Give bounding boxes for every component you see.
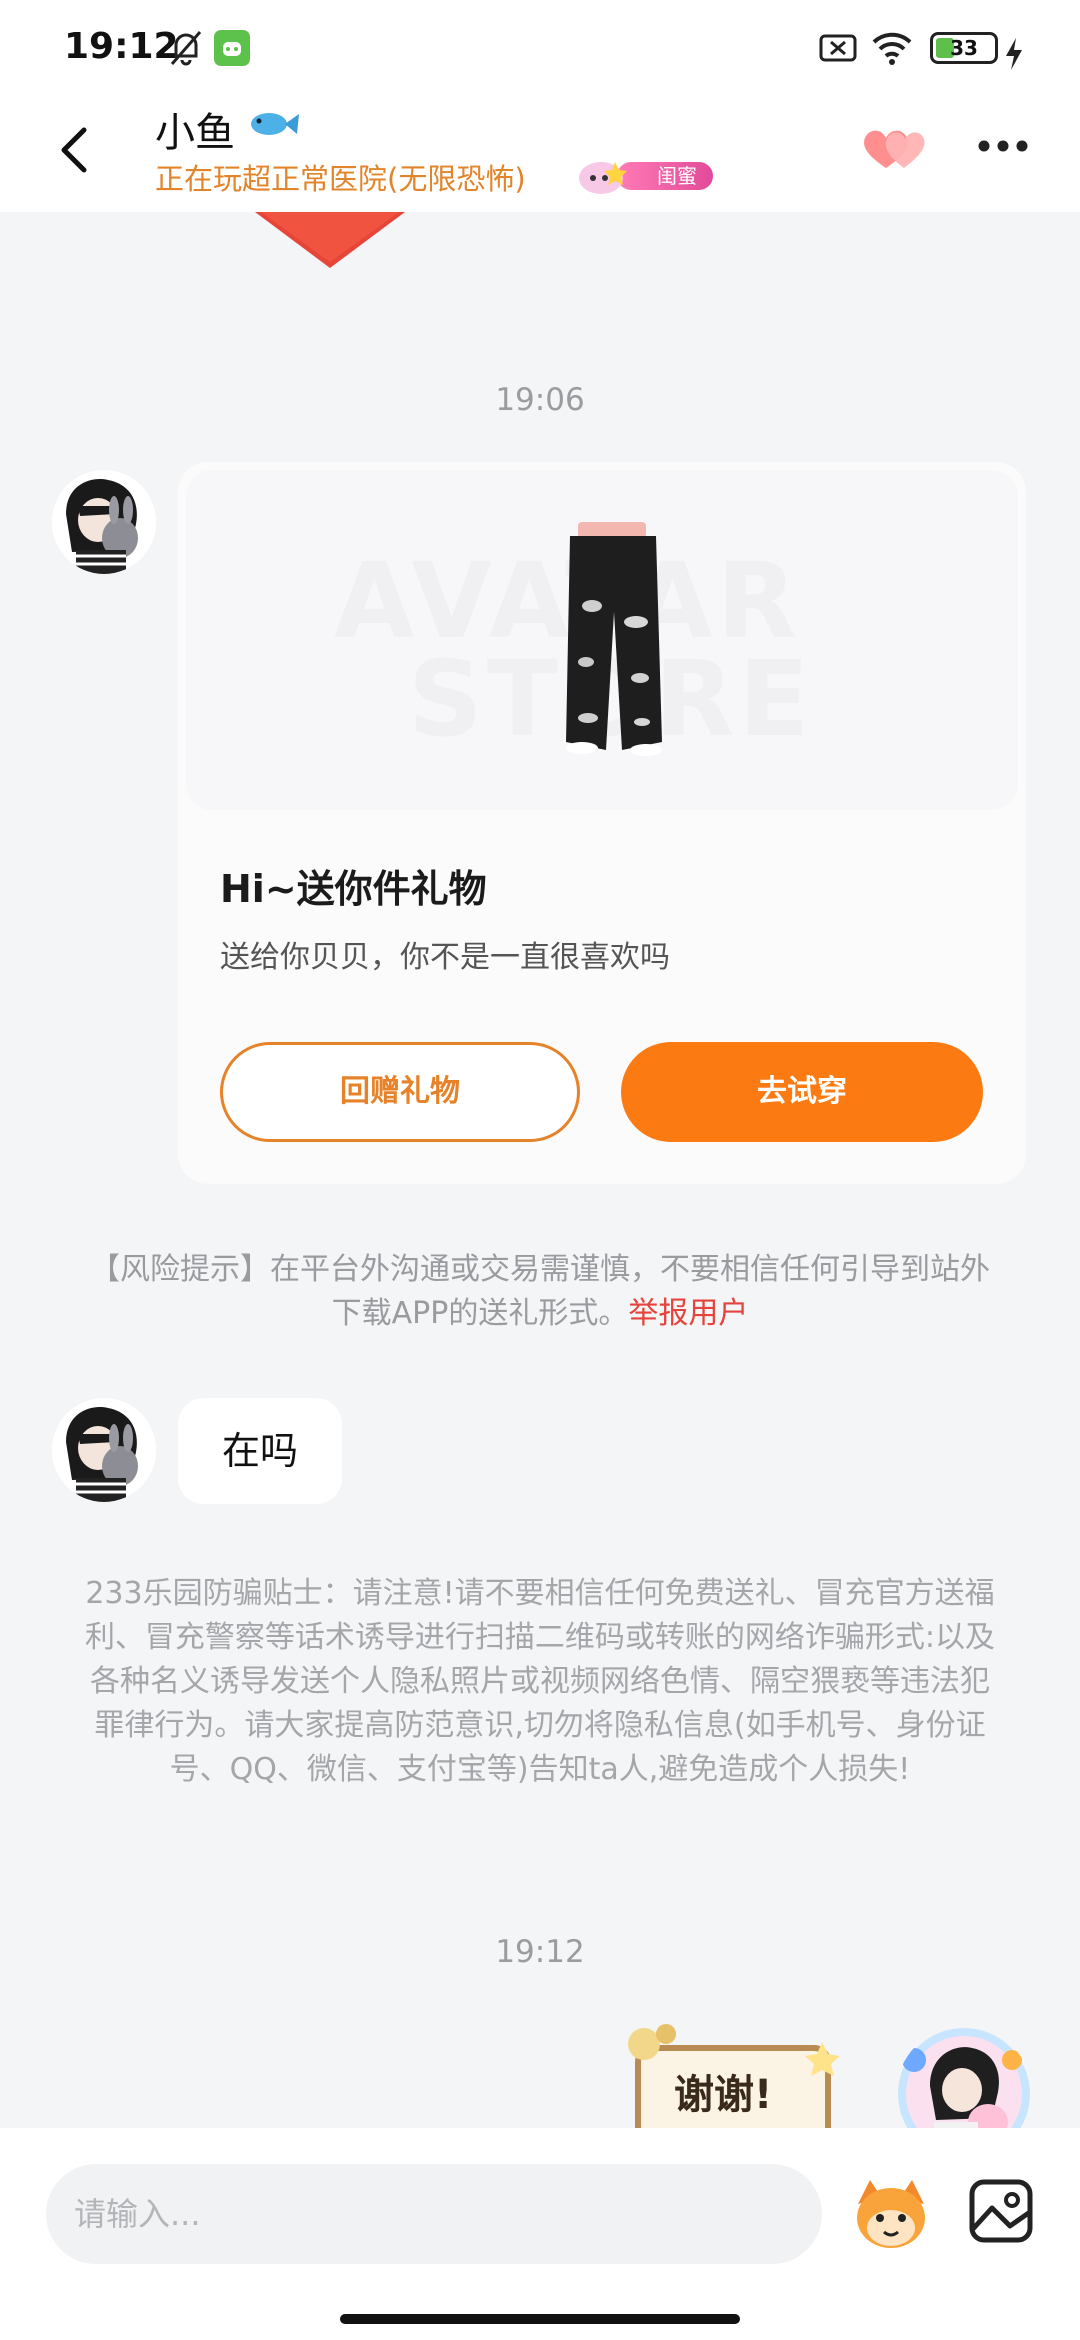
android-app-icon	[214, 30, 250, 66]
timestamp: 19:12	[495, 1934, 585, 1970]
thanks-sticker[interactable]: 谢谢!	[626, 2022, 846, 2128]
report-user-link[interactable]: 举报用户	[628, 1296, 748, 1331]
anti-fraud-notice: 233乐园防骗贴士：请注意!请不要相信任何免费送礼、冒充官方送福利、冒充警察等话…	[84, 1576, 996, 1787]
timestamp: 19:06	[495, 382, 585, 418]
contact-avatar[interactable]	[52, 470, 156, 574]
return-gift-button[interactable]: 回赠礼物	[220, 1042, 580, 1142]
heart-sticker-icon	[255, 212, 405, 268]
ripped-jeans-item-icon	[566, 522, 662, 756]
message-input[interactable]	[46, 2164, 822, 2264]
fish-emoji-icon	[251, 113, 299, 135]
activity-status: 正在玩超正常医院(无限恐怖)	[155, 162, 526, 196]
emoji-face-icon[interactable]	[850, 2174, 932, 2254]
status-time: 19:12	[64, 26, 179, 67]
chat-header: 小鱼 正在玩超正常医院(无限恐怖) 闺蜜	[0, 90, 1080, 212]
input-bar	[0, 2128, 1080, 2340]
battery-level: 33	[950, 36, 978, 60]
relationship-badge: 闺蜜	[575, 156, 713, 194]
try-on-button[interactable]: 去试穿	[621, 1042, 983, 1142]
wifi-icon	[872, 32, 912, 65]
contact-name[interactable]: 小鱼	[155, 100, 235, 158]
gift-title: Hi~送你件礼物	[220, 867, 487, 911]
gift-image[interactable]: AVATAR STORE	[186, 470, 1018, 810]
my-avatar[interactable]	[896, 2026, 1032, 2128]
status-bar: 19:12 33	[0, 0, 1080, 90]
back-arrow-icon[interactable]	[46, 116, 106, 182]
sticker-text: 谢谢!	[674, 2072, 773, 2118]
contact-avatar[interactable]	[52, 1398, 156, 1502]
sim-off-icon	[819, 34, 857, 62]
avatar-image	[52, 1398, 156, 1502]
message-bubble[interactable]: 在吗	[178, 1398, 342, 1504]
hearts-icon[interactable]	[858, 120, 930, 176]
battery-icon: 33	[930, 32, 998, 64]
risk-notice-text: 【风险提示】在平台外沟通或交易需谨慎，不要相信任何引导到站外下载APP的送礼形式…	[90, 1252, 990, 1331]
gift-card[interactable]: AVATAR STORE Hi~送你件礼物 送给你贝贝，你不是一直很喜欢吗 回赠…	[178, 462, 1026, 1184]
bell-off-icon	[170, 31, 202, 66]
chat-area[interactable]: 19:06 AVATAR STORE Hi~送你件礼物 送给你贝贝，你不是一直很…	[0, 212, 1080, 2128]
gift-message: 送给你贝贝，你不是一直很喜欢吗	[220, 940, 670, 975]
more-icon[interactable]	[976, 136, 1030, 156]
charging-icon	[1006, 38, 1022, 70]
avatar-image	[52, 470, 156, 574]
image-icon[interactable]	[968, 2178, 1034, 2244]
my-avatar-image	[898, 2028, 1030, 2128]
risk-notice: 【风险提示】在平台外沟通或交易需谨慎，不要相信任何引导到站外下载APP的送礼形式…	[80, 1248, 1000, 1336]
home-indicator[interactable]	[340, 2314, 740, 2324]
star-character-icon	[579, 162, 627, 194]
